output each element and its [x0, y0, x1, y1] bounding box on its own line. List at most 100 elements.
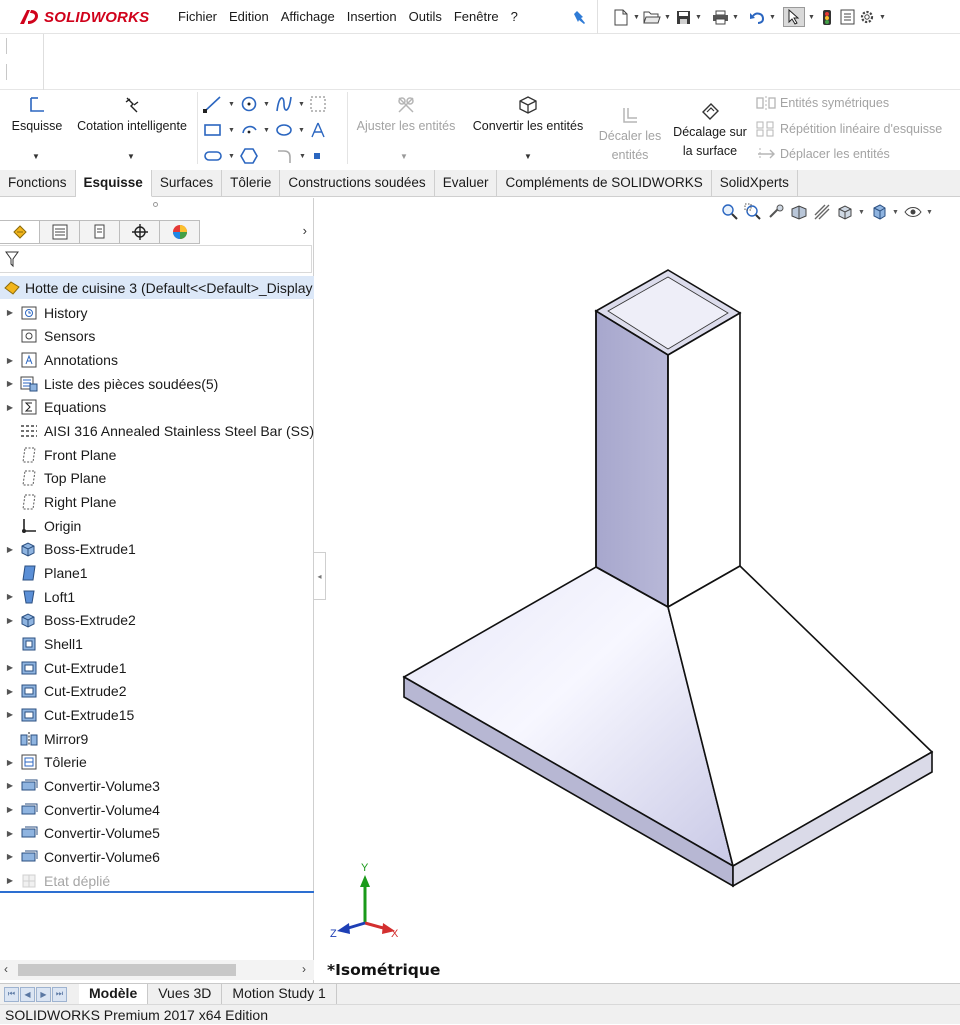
menu-fichier[interactable]: Fichier: [172, 0, 223, 34]
new-dropdown-icon[interactable]: ▼: [632, 7, 641, 27]
expand-arrow-icon[interactable]: ▶: [0, 781, 20, 790]
circle-dropdown-icon[interactable]: ▼: [262, 94, 271, 114]
tree-item[interactable]: Front Plane: [0, 443, 314, 467]
tab-fonctions[interactable]: Fonctions: [0, 170, 76, 197]
tab-evaluer[interactable]: Evaluer: [435, 170, 498, 197]
tree-item[interactable]: ▶ Annotations: [0, 348, 314, 372]
spline-dropdown-icon[interactable]: ▼: [297, 94, 306, 114]
arc-dropdown-icon[interactable]: ▼: [262, 120, 271, 140]
sketch-dropdown-icon[interactable]: ▼: [32, 152, 40, 161]
tab-motion-study-1[interactable]: Motion Study 1: [222, 984, 337, 1004]
expand-arrow-icon[interactable]: ▶: [0, 687, 20, 696]
circle-icon[interactable]: [240, 95, 258, 113]
convert-dropdown-icon[interactable]: ▼: [524, 152, 532, 161]
tree-item[interactable]: ▶ Boss-Extrude1: [0, 538, 314, 562]
tab-complements[interactable]: Compléments de SOLIDWORKS: [497, 170, 712, 197]
scroll-right-icon[interactable]: ›: [302, 962, 306, 976]
linear-pattern-button[interactable]: Répétition linéaire d'esquisse: [756, 121, 942, 137]
undo-icon[interactable]: [748, 7, 766, 27]
menu-help[interactable]: ?: [505, 0, 524, 34]
print-icon[interactable]: [711, 7, 729, 27]
tab-vues-3d[interactable]: Vues 3D: [148, 984, 223, 1004]
display-style-dropdown-icon[interactable]: ▼: [892, 209, 900, 216]
hide-show-dropdown-icon[interactable]: ▼: [926, 209, 934, 216]
tree-item[interactable]: AISI 316 Annealed Stainless Steel Bar (S…: [0, 419, 314, 443]
fillet-dropdown-icon[interactable]: ▼: [298, 146, 307, 166]
tree-item[interactable]: ▶ Cut-Extrude2: [0, 680, 314, 704]
panel-grip[interactable]: [153, 202, 158, 207]
convert-entities-button[interactable]: Convertir les entités ▼: [466, 94, 590, 161]
trim-dropdown-icon[interactable]: ▼: [400, 152, 408, 161]
tree-item[interactable]: ▶ Loft1: [0, 585, 314, 609]
tree-item[interactable]: ▶ Equations: [0, 396, 314, 420]
expand-arrow-icon[interactable]: ▶: [0, 356, 20, 365]
configuration-manager-tab[interactable]: [80, 219, 120, 244]
property-manager-tab[interactable]: [40, 219, 80, 244]
tab-modele[interactable]: Modèle: [79, 984, 149, 1004]
expand-arrow-icon[interactable]: ▶: [0, 379, 20, 388]
undo-dropdown-icon[interactable]: ▼: [768, 7, 777, 27]
expand-arrow-icon[interactable]: ▶: [0, 829, 20, 838]
tree-item[interactable]: Mirror9: [0, 727, 314, 751]
move-entities-button[interactable]: Déplacer les entités: [756, 146, 890, 162]
tab-solidxperts[interactable]: SolidXperts: [712, 170, 798, 197]
offset-on-surface-button[interactable]: Décalage sur la surface: [668, 94, 752, 159]
line-icon[interactable]: [203, 95, 223, 113]
solidworks-logo[interactable]: SOLIDWORKS: [18, 6, 149, 28]
zoom-to-fit-icon[interactable]: [720, 202, 740, 222]
select-dropdown-icon[interactable]: ▼: [807, 7, 816, 27]
arc-icon[interactable]: [240, 121, 258, 139]
feature-manager-tab[interactable]: [0, 219, 40, 244]
options-gear-icon[interactable]: [858, 7, 876, 27]
tree-item[interactable]: Sensors: [0, 325, 314, 349]
previous-view-icon[interactable]: [766, 202, 786, 222]
display-manager-tab[interactable]: [160, 219, 200, 244]
expand-arrow-icon[interactable]: ▶: [0, 805, 20, 814]
save-icon[interactable]: [674, 7, 692, 27]
expand-arrow-icon[interactable]: ▶: [0, 876, 20, 885]
select-pointer-icon[interactable]: [783, 7, 805, 27]
open-icon[interactable]: [643, 7, 661, 27]
next-tab-icon[interactable]: ▶: [36, 986, 51, 1002]
text-icon[interactable]: [310, 121, 326, 139]
filter-row[interactable]: [0, 245, 312, 273]
mirror-entities-button[interactable]: Entités symétriques: [756, 95, 889, 111]
expand-arrow-icon[interactable]: ▶: [0, 545, 20, 554]
tree-item[interactable]: ▶ Liste des pièces soudées(5): [0, 372, 314, 396]
tree-item[interactable]: ▶ Cut-Extrude15: [0, 703, 314, 727]
expand-arrow-icon[interactable]: ▶: [0, 308, 20, 317]
rectangle-icon[interactable]: [203, 122, 223, 138]
new-document-icon[interactable]: [612, 7, 630, 27]
tree-item[interactable]: Right Plane: [0, 490, 314, 514]
hide-show-items-icon[interactable]: [903, 202, 923, 222]
expand-arrow-icon[interactable]: ▶: [0, 852, 20, 861]
tree-item[interactable]: Origin: [0, 514, 314, 538]
trim-entities-button[interactable]: Ajuster les entités ▼: [350, 94, 462, 161]
tree-item[interactable]: ▶ Convertir-Volume3: [0, 774, 314, 798]
tree-item[interactable]: Shell1: [0, 632, 314, 656]
last-tab-icon[interactable]: ⏭: [52, 986, 67, 1002]
model-viewport[interactable]: [320, 255, 950, 895]
print-dropdown-icon[interactable]: ▼: [731, 7, 740, 27]
file-properties-icon[interactable]: [838, 7, 856, 27]
line-dropdown-icon[interactable]: ▼: [227, 94, 236, 114]
tab-constructions-soudees[interactable]: Constructions soudées: [280, 170, 435, 197]
expand-arrow-icon[interactable]: ▶: [0, 592, 20, 601]
point-icon[interactable]: [311, 150, 323, 162]
save-dropdown-icon[interactable]: ▼: [694, 7, 703, 27]
view-orientation-icon[interactable]: [835, 202, 855, 222]
tree-item[interactable]: ▶ Tôlerie: [0, 750, 314, 774]
menu-edition[interactable]: Edition: [223, 0, 275, 34]
dimxpert-manager-tab[interactable]: [120, 219, 160, 244]
filter-icon[interactable]: [5, 251, 19, 268]
tree-item[interactable]: ▶ Convertir-Volume4: [0, 798, 314, 822]
rebuild-icon[interactable]: [818, 7, 836, 27]
menu-affichage[interactable]: Affichage: [275, 0, 341, 34]
tree-item[interactable]: ▶ Etat déplié: [0, 869, 314, 893]
tab-esquisse[interactable]: Esquisse: [75, 170, 152, 197]
horizontal-scrollbar[interactable]: ‹ ›: [0, 960, 314, 980]
smart-dimension-dropdown-icon[interactable]: ▼: [127, 152, 135, 161]
construction-grid-icon[interactable]: [310, 96, 326, 112]
options-dropdown-icon[interactable]: ▼: [878, 7, 887, 27]
rollback-bar[interactable]: [0, 891, 314, 893]
